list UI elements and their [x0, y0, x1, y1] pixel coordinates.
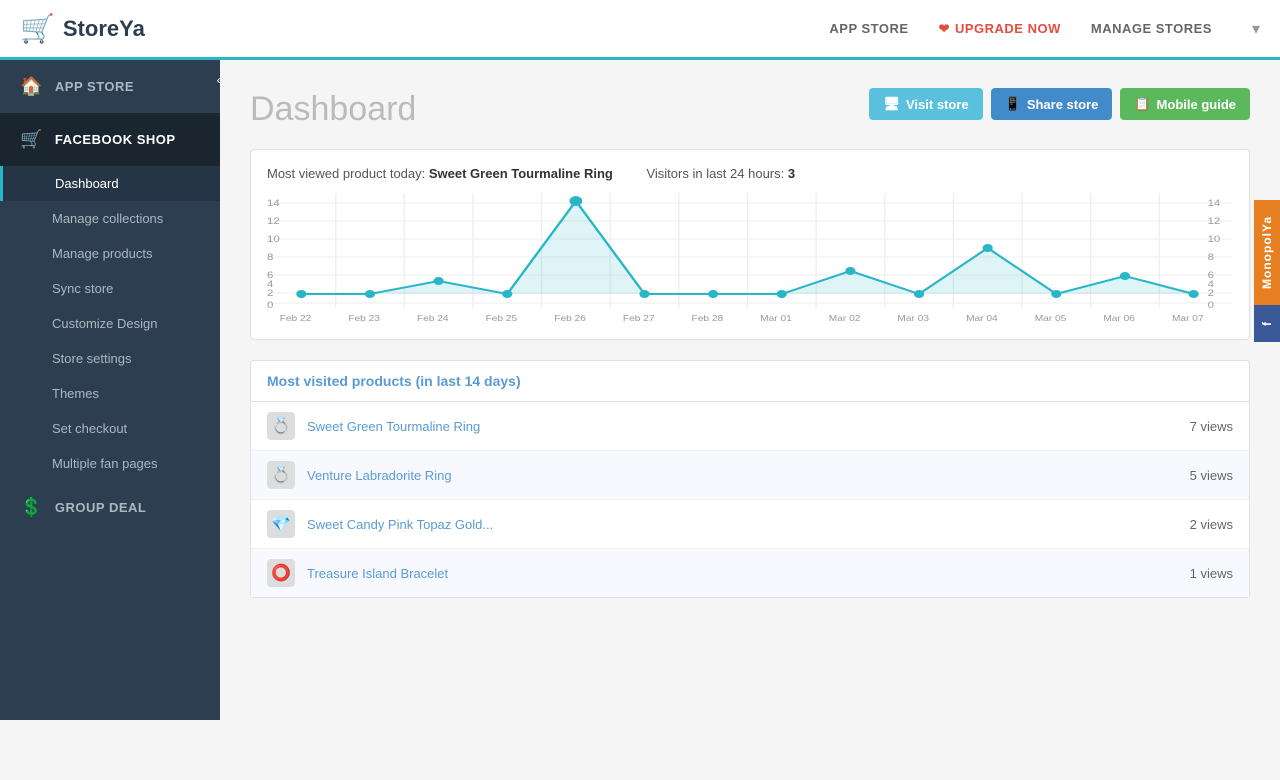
product-img-4: ⭕: [267, 559, 295, 587]
sidebar-group-deal-label: GROUP DEAL: [55, 500, 146, 515]
nav-manage-stores[interactable]: MANAGE STORES: [1091, 21, 1212, 36]
sidebar-item-manage-products[interactable]: Manage products: [0, 236, 220, 271]
svg-text:8: 8: [1208, 253, 1215, 263]
sidebar-item-sync-store[interactable]: Sync store: [0, 271, 220, 306]
top-nav-links: APP STORE ❤ UPGRADE NOW MANAGE STORES ▾: [829, 19, 1260, 39]
chart-header: Most viewed product today: Sweet Green T…: [267, 166, 1233, 181]
chart-card: Most viewed product today: Sweet Green T…: [250, 149, 1250, 340]
svg-text:Mar 02: Mar 02: [829, 314, 861, 323]
sidebar-item-themes[interactable]: Themes: [0, 376, 220, 411]
chevron-down-icon: ▾: [1252, 19, 1260, 39]
sidebar-item-customize-design[interactable]: Customize Design: [0, 306, 220, 341]
sidebar-item-dashboard[interactable]: Dashboard: [0, 166, 220, 201]
product-img-1: 💍: [267, 412, 295, 440]
svg-text:Mar 07: Mar 07: [1172, 314, 1204, 323]
svg-text:0: 0: [1208, 301, 1215, 311]
sidebar-item-set-checkout[interactable]: Set checkout: [0, 411, 220, 446]
product-row: 💍 Sweet Green Tourmaline Ring 7 views: [251, 402, 1249, 451]
svg-text:Mar 03: Mar 03: [897, 314, 929, 323]
sidebar-facebook-shop-label: FACEBOOK SHOP: [55, 132, 176, 147]
product-row: ⭕ Treasure Island Bracelet 1 views: [251, 549, 1249, 597]
mobile-guide-button[interactable]: 📋 Mobile guide: [1120, 88, 1250, 120]
product-img-3: 💎: [267, 510, 295, 538]
shop-icon: 🛒: [20, 129, 43, 150]
dashboard-actions: 🖥 Visit store 📱 Share store 📋 Mobile gui…: [869, 88, 1250, 120]
svg-text:8: 8: [267, 253, 274, 263]
svg-text:10: 10: [267, 235, 280, 245]
products-header: Most visited products (in last 14 days): [251, 361, 1249, 402]
heart-icon: ❤: [939, 21, 950, 37]
facebook-tab[interactable]: f: [1254, 305, 1280, 342]
svg-text:Mar 06: Mar 06: [1103, 314, 1135, 323]
svg-text:Feb 25: Feb 25: [486, 314, 518, 323]
product-row: 💎 Sweet Candy Pink Topaz Gold... 2 views: [251, 500, 1249, 549]
svg-text:Feb 26: Feb 26: [554, 314, 586, 323]
most-viewed-product: Sweet Green Tourmaline Ring: [429, 166, 613, 181]
share-store-button[interactable]: 📱 Share store: [991, 88, 1113, 120]
svg-text:Mar 05: Mar 05: [1035, 314, 1067, 323]
top-nav: 🛒 StoreYa APP STORE ❤ UPGRADE NOW MANAGE…: [0, 0, 1280, 60]
nav-upgrade-now[interactable]: ❤ UPGRADE NOW: [939, 21, 1061, 37]
product-name-4[interactable]: Treasure Island Bracelet: [307, 566, 1190, 581]
product-name-1[interactable]: Sweet Green Tourmaline Ring: [307, 419, 1190, 434]
svg-text:Feb 23: Feb 23: [348, 314, 380, 323]
deal-icon: 💲: [20, 497, 43, 518]
sidebar-item-group-deal[interactable]: 💲 GROUP DEAL: [0, 481, 220, 534]
product-img-2: 💍: [267, 461, 295, 489]
svg-text:12: 12: [267, 217, 280, 227]
svg-text:10: 10: [1208, 235, 1221, 245]
sidebar-app-store-label: APP STORE: [55, 79, 134, 94]
nav-app-store[interactable]: APP STORE: [829, 21, 908, 36]
svg-text:Feb 27: Feb 27: [623, 314, 655, 323]
svg-text:0: 0: [267, 301, 274, 311]
svg-text:12: 12: [1208, 217, 1221, 227]
sidebar: « 🏠 APP STORE 🛒 FACEBOOK SHOP Dashboard …: [0, 60, 220, 720]
svg-text:2: 2: [1208, 289, 1215, 299]
svg-text:Feb 24: Feb 24: [417, 314, 449, 323]
svg-text:2: 2: [267, 289, 274, 299]
product-views-2: 5 views: [1190, 468, 1233, 483]
svg-text:Mar 01: Mar 01: [760, 314, 792, 323]
products-card: Most visited products (in last 14 days) …: [250, 360, 1250, 598]
line-chart: 14 12 10 8 6 4 2 0 14 12 10 8 6 4 2 0 Fe…: [267, 193, 1233, 323]
mobile-icon: 📋: [1134, 96, 1150, 112]
svg-text:14: 14: [1208, 199, 1221, 209]
svg-text:14: 14: [267, 199, 280, 209]
product-views-3: 2 views: [1190, 517, 1233, 532]
logo[interactable]: 🛒 StoreYa: [20, 12, 145, 45]
product-views-4: 1 views: [1190, 566, 1233, 581]
product-views-1: 7 views: [1190, 419, 1233, 434]
sidebar-item-app-store[interactable]: 🏠 APP STORE: [0, 60, 220, 113]
product-row: 💍 Venture Labradorite Ring 5 views: [251, 451, 1249, 500]
visit-store-button[interactable]: 🖥 Visit store: [869, 88, 982, 120]
monitor-icon: 🖥: [883, 96, 900, 112]
monopolya-tab[interactable]: MonopolYa: [1254, 200, 1280, 305]
product-name-3[interactable]: Sweet Candy Pink Topaz Gold...: [307, 517, 1190, 532]
main-content: Dashboard 🖥 Visit store 📱 Share store 📋 …: [220, 60, 1280, 720]
most-viewed-label: Most viewed product today:: [267, 166, 425, 181]
sidebar-item-multiple-fan-pages[interactable]: Multiple fan pages: [0, 446, 220, 481]
share-icon: 📱: [1005, 96, 1021, 112]
product-name-2[interactable]: Venture Labradorite Ring: [307, 468, 1190, 483]
logo-icon: 🛒: [20, 12, 55, 45]
right-tabs: MonopolYa f: [1254, 200, 1280, 342]
svg-text:Feb 22: Feb 22: [280, 314, 312, 323]
sidebar-item-store-settings[interactable]: Store settings: [0, 341, 220, 376]
logo-text: StoreYa: [63, 16, 145, 42]
home-icon: 🏠: [20, 76, 43, 97]
svg-text:Feb 28: Feb 28: [692, 314, 724, 323]
sidebar-item-facebook-shop[interactable]: 🛒 FACEBOOK SHOP: [0, 113, 220, 166]
svg-text:Mar 04: Mar 04: [966, 314, 998, 323]
sidebar-item-manage-collections[interactable]: Manage collections: [0, 201, 220, 236]
chart-container: 14 12 10 8 6 4 2 0 14 12 10 8 6 4 2 0 Fe…: [267, 193, 1233, 323]
visitors-label: Visitors in last 24 hours: 3: [646, 166, 795, 181]
